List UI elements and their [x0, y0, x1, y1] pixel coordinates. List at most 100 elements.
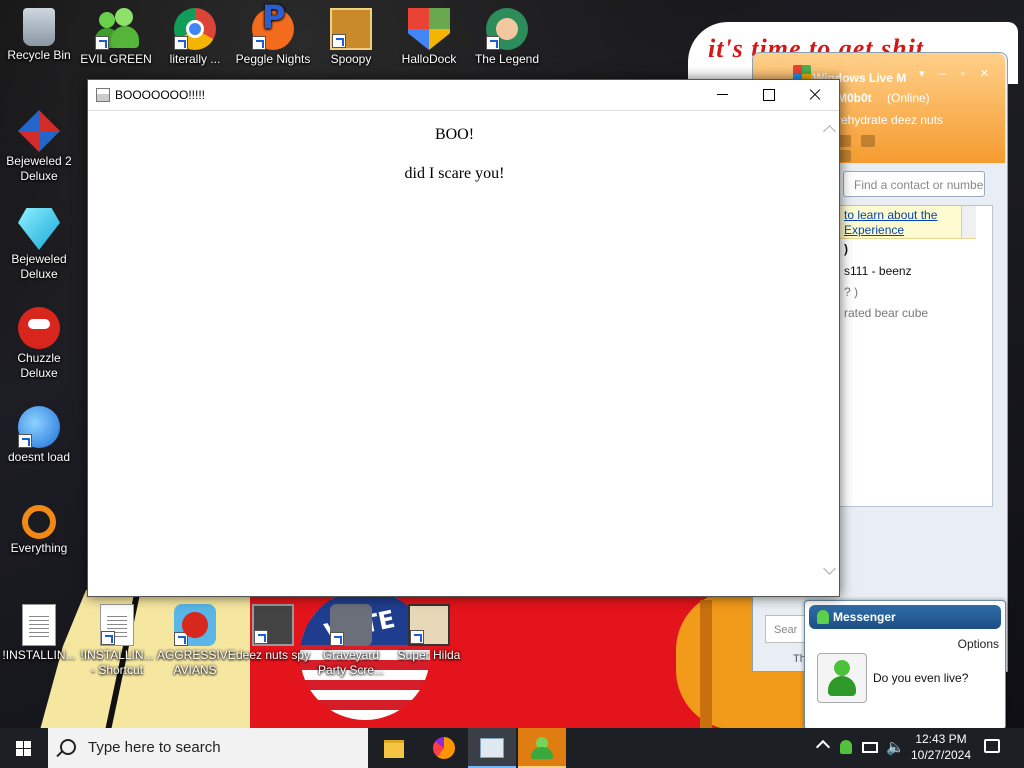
taskbar-messenger[interactable]: [518, 728, 566, 768]
messenger-window-controls[interactable]: ▾ – ▫ ✕: [919, 67, 995, 80]
taskbar: Type here to search 🔈 12:43 PM 10/27/202…: [0, 728, 1024, 768]
messenger-tray-icon[interactable]: [840, 740, 852, 754]
messenger-toast-notification[interactable]: Messenger Options Do you even live?: [804, 600, 1006, 730]
clock-time: 12:43 PM: [915, 732, 967, 746]
chrome-icon: [174, 8, 216, 50]
messenger-display-name[interactable]: M0b0t: [837, 91, 872, 105]
contact-list-item[interactable]: ): [844, 242, 848, 256]
spoopy-icon: [330, 8, 372, 50]
minimize-icon: [717, 94, 728, 95]
contact-list-item[interactable]: rated bear cube: [844, 306, 928, 320]
start-button[interactable]: [0, 728, 48, 768]
messenger-icon: [817, 610, 829, 624]
desktop-icon-graveyard[interactable]: Graveyard Party Scre...: [313, 604, 389, 678]
desktop-icon-label: AGGRESSIVE AVIANS: [157, 648, 236, 677]
angry-birds-icon: [174, 604, 216, 646]
desktop-icon-peggle[interactable]: Peggle Nights De...: [235, 8, 311, 67]
thunderbird-icon: [18, 406, 60, 448]
desktop-icon-label: Super Hilda: [397, 648, 461, 662]
peggle-icon: [252, 8, 294, 50]
desktop-icon-label: Recycle Bin: [7, 48, 71, 62]
desktop-icon-bejeweled[interactable]: Bejeweled Deluxe: [1, 208, 77, 282]
banner-link-line2[interactable]: Experience: [844, 223, 904, 238]
contact-list[interactable]: to learn about the Experience ) s111 - b…: [837, 205, 993, 507]
desktop-icon-deez-nuts-spy[interactable]: deez nuts spy: [235, 604, 311, 663]
show-hidden-icons-icon[interactable]: [815, 739, 831, 755]
file-explorer-icon: [384, 740, 404, 758]
desktop-icon-recycle-bin[interactable]: Recycle Bin: [1, 8, 77, 63]
boo-window[interactable]: BOOOOOOO!!!!! BOO! did I scare you!: [87, 79, 840, 597]
search-icon: [60, 739, 76, 755]
hilda-icon: [408, 604, 450, 646]
taskbar-clock[interactable]: 12:43 PM 10/27/2024: [904, 731, 978, 763]
messenger-personal-message[interactable]: rehydrate deez nuts: [837, 113, 943, 127]
desktop-icon-label: EVIL GREEN MEN CO...: [80, 52, 152, 66]
boo-window-titlebar[interactable]: BOOOOOOO!!!!!: [88, 80, 839, 111]
volume-icon[interactable]: 🔈: [886, 738, 905, 756]
messenger-info-banner: to learn about the Experience: [838, 206, 976, 239]
desktop-icon-chrome[interactable]: literally ...: [157, 8, 233, 67]
messenger-status[interactable]: (Online): [887, 91, 930, 105]
shield-icon: [408, 8, 450, 50]
desktop-icon-label: !INSTALLIN...: [2, 648, 76, 662]
messenger-toolbar: [837, 135, 907, 162]
document-icon: [100, 604, 134, 646]
toast-title: Messenger: [833, 610, 896, 624]
taskbar-window-app[interactable]: [468, 728, 516, 768]
network-icon[interactable]: [862, 742, 878, 753]
bejeweled-icon: [18, 208, 60, 250]
scroll-down-icon[interactable]: [823, 562, 836, 575]
desktop-icon-doesnt-load[interactable]: doesnt load: [1, 406, 77, 465]
windows-logo-icon: [16, 741, 23, 748]
close-button[interactable]: [792, 80, 838, 110]
messenger-icon: [95, 8, 139, 50]
toast-message[interactable]: Do you even live?: [873, 671, 968, 685]
messenger-footer-search[interactable]: Sear: [765, 615, 805, 643]
graveyard-icon: [330, 604, 372, 646]
desktop-icon-evil-green-men[interactable]: EVIL GREEN MEN CO...: [78, 8, 154, 67]
maximize-icon: [763, 89, 775, 101]
maximize-button[interactable]: [746, 80, 792, 110]
desktop-icon-installing-shortcut[interactable]: !INSTALLIN... - Shortcut: [79, 604, 155, 678]
desktop-icon-super-hilda[interactable]: Super Hilda: [391, 604, 467, 663]
taskbar-file-explorer[interactable]: [370, 728, 418, 768]
toast-header: Messenger: [809, 605, 1001, 629]
contact-search-input[interactable]: Find a contact or numbe: [843, 171, 985, 197]
avatar: [817, 653, 867, 703]
boo-window-title: BOOOOOOO!!!!!: [115, 88, 206, 102]
notifications-icon[interactable]: [984, 739, 1000, 753]
folder-icon[interactable]: [861, 135, 875, 147]
bejeweled-2-icon: [18, 110, 60, 152]
banner-scrollbar[interactable]: [961, 206, 976, 238]
clock-date: 10/27/2024: [910, 748, 972, 762]
wallpaper-pumpkin-rib: [700, 600, 712, 730]
boo-paragraph: did I scare you!: [404, 165, 505, 182]
spy-icon: [252, 604, 294, 646]
desktop-icon-zelda[interactable]: The Legend of Zel...: [469, 8, 545, 67]
toast-options-link[interactable]: Options: [958, 637, 999, 651]
boo-heading: BOO!: [434, 126, 475, 143]
desktop-icon-bejeweled-2[interactable]: Bejeweled 2 Deluxe: [1, 110, 77, 184]
desktop-icon-label: Bejeweled 2 Deluxe: [6, 154, 72, 183]
desktop-icon-label: doesnt load: [7, 450, 71, 464]
taskbar-search-input[interactable]: Type here to search: [48, 728, 368, 768]
desktop-icon-everything[interactable]: Everything: [1, 505, 77, 556]
desktop-icon-spoopy[interactable]: Spoopy: [313, 8, 389, 67]
desktop-icon-label: The Legend of Zel...: [474, 52, 540, 66]
taskbar-search-placeholder: Type here to search: [88, 739, 221, 756]
minimize-button[interactable]: [700, 80, 746, 110]
desktop-icon-chuzzle[interactable]: Chuzzle Deluxe: [1, 307, 77, 381]
desktop-icon-label: Bejeweled Deluxe: [11, 252, 67, 281]
taskbar-firefox[interactable]: [420, 728, 468, 768]
desktop-icon-label: Everything: [10, 541, 68, 555]
boo-scrollbar[interactable]: [821, 111, 839, 595]
desktop-icon-installing[interactable]: !INSTALLIN...: [1, 604, 77, 663]
desktop-icon-hallodock[interactable]: HalloDock: [391, 8, 467, 67]
desktop-icon-label: deez nuts spy: [235, 648, 311, 662]
contact-list-item[interactable]: ? ): [844, 285, 858, 299]
scroll-up-icon[interactable]: [823, 125, 836, 138]
desktop-icon-aggressive-avians[interactable]: AGGRESSIVE AVIANS: [157, 604, 236, 678]
contact-list-item[interactable]: s111 - beenz: [844, 264, 912, 278]
zelda-icon: [486, 8, 528, 50]
banner-link-line1[interactable]: to learn about the: [844, 208, 937, 223]
